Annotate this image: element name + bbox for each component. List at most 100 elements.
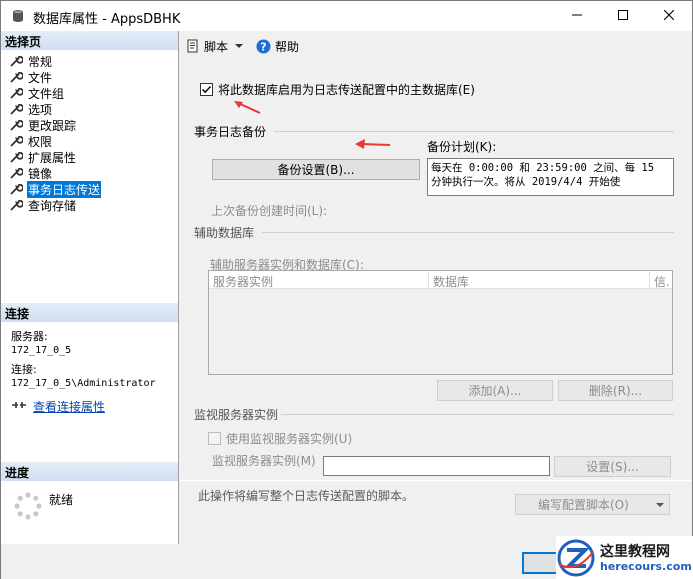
help-button[interactable]: ? 帮助 <box>256 38 299 55</box>
page-item-label: 更改跟踪 <box>28 118 77 133</box>
page-item-mirroring[interactable]: 镜像 <box>1 165 178 181</box>
backup-settings-button[interactable]: 备份设置(B)... <box>212 159 420 180</box>
page-item-label: 选项 <box>28 102 53 117</box>
close-icon <box>663 9 675 23</box>
group-divider <box>274 131 674 132</box>
page-item-options[interactable]: 选项 <box>1 101 178 117</box>
page-item-label: 镜像 <box>28 166 53 181</box>
script-label: 脚本 <box>204 39 229 54</box>
maximize-button[interactable] <box>600 1 646 31</box>
script-button[interactable]: 脚本 <box>186 38 246 55</box>
secondary-group-title: 辅助数据库 <box>194 226 255 240</box>
grid-column-database[interactable]: 数据库 <box>429 271 650 288</box>
page-item-permissions[interactable]: 权限 <box>1 133 178 149</box>
group-divider <box>180 480 692 481</box>
page-item-label: 查询存储 <box>28 198 77 213</box>
script-configuration-label: 编写配置脚本(O) <box>538 498 629 512</box>
wrench-icon <box>10 103 23 115</box>
wrench-icon <box>10 183 23 195</box>
secondary-databases-grid[interactable]: 服务器实例 数据库 信. <box>208 270 673 375</box>
wrench-icon <box>10 167 23 179</box>
remove-secondary-button[interactable]: 删除(R)... <box>558 380 673 401</box>
help-icon: ? <box>256 39 271 53</box>
server-label: 服务器: <box>11 330 48 343</box>
close-button[interactable] <box>646 1 692 31</box>
group-divider <box>262 232 674 233</box>
wrench-icon <box>10 71 23 83</box>
use-monitor-label: 使用监视服务器实例(U) <box>226 432 353 446</box>
enable-primary-checkbox[interactable] <box>200 83 213 96</box>
script-configuration-button[interactable]: 编写配置脚本(O) <box>515 494 670 515</box>
connection-properties-icon <box>11 398 27 415</box>
toolbar: 脚本 ? 帮助 <box>180 31 692 61</box>
wrench-icon <box>10 199 23 211</box>
wrench-icon <box>10 55 23 67</box>
page-item-label: 权限 <box>28 134 53 149</box>
wrench-icon <box>10 151 23 163</box>
group-divider <box>281 414 674 415</box>
connection-value: 172_17_0_5\Administrator <box>11 378 156 389</box>
connection-label: 连接: <box>11 363 37 376</box>
wrench-icon <box>10 87 23 99</box>
page-item-label: 常规 <box>28 54 53 69</box>
page-item-label: 文件组 <box>28 86 65 101</box>
minimize-icon <box>572 9 582 23</box>
script-icon <box>187 39 198 53</box>
progress-status: 就绪 <box>49 493 74 507</box>
watermark: 这里教程网 herecours.com <box>556 536 693 579</box>
window-title: 数据库属性 - AppsDBHK <box>33 12 181 27</box>
dropdown-arrow-icon <box>656 503 664 507</box>
last-backup-label: 上次备份创建时间(L): <box>211 204 328 218</box>
monitor-instance-input[interactable] <box>323 456 550 476</box>
minimize-button[interactable] <box>554 1 600 31</box>
tx-backup-group-title: 事务日志备份 <box>194 125 267 139</box>
page-item-log-shipping[interactable]: 事务日志传送 <box>1 180 178 198</box>
watermark-logo-icon <box>557 539 595 577</box>
view-connection-properties-link[interactable]: 查看连接属性 <box>33 398 105 415</box>
backup-schedule-label: 备份计划(K): <box>427 140 497 154</box>
wrench-icon <box>10 119 23 131</box>
page-item-query-store[interactable]: 查询存储 <box>1 197 178 213</box>
wrench-icon <box>10 135 23 147</box>
annotation-arrow-icon <box>355 139 391 149</box>
database-properties-window: 数据库属性 - AppsDBHK 选择页 常规 文件 文件组 选项 更改跟踪 权… <box>0 0 693 579</box>
svg-text:?: ? <box>260 40 266 53</box>
maximize-icon <box>618 9 628 23</box>
page-item-files[interactable]: 文件 <box>1 69 178 85</box>
monitor-instance-label: 监视服务器实例(M) <box>212 454 316 468</box>
enable-primary-label: 将此数据库启用为日志传送配置中的主数据库(E) <box>218 83 475 97</box>
annotation-arrow-icon <box>234 101 261 114</box>
watermark-main-text: 这里教程网 <box>600 543 670 560</box>
add-secondary-button[interactable]: 添加(A)... <box>437 380 553 401</box>
dropdown-arrow-icon <box>235 44 244 48</box>
page-item-change-tracking[interactable]: 更改跟踪 <box>1 117 178 133</box>
enable-primary-row[interactable]: 将此数据库启用为日志传送配置中的主数据库(E) <box>200 81 475 98</box>
grid-column-server-instance[interactable]: 服务器实例 <box>209 271 429 288</box>
checkmark-icon <box>201 85 212 94</box>
monitor-group-title: 监视服务器实例 <box>194 408 279 422</box>
watermark-sub-text: herecours.com <box>600 559 692 573</box>
left-pane: 选择页 常规 文件 文件组 选项 更改跟踪 权限 扩展属性 镜像 事务日志传送 … <box>1 31 179 544</box>
view-connection-properties[interactable]: 查看连接属性 <box>11 398 105 415</box>
page-item-filegroups[interactable]: 文件组 <box>1 85 178 101</box>
log-shipping-page: 将此数据库启用为日志传送配置中的主数据库(E) 事务日志备份 备份计划(K): … <box>180 61 692 544</box>
grid-column-info[interactable]: 信. <box>650 271 672 288</box>
use-monitor-checkbox[interactable] <box>208 432 221 445</box>
progress-header: 进度 <box>1 462 178 481</box>
page-item-label: 事务日志传送 <box>27 180 102 198</box>
title-bar: 数据库属性 - AppsDBHK <box>1 1 692 31</box>
backup-schedule-text: 每天在 0:00:00 和 23:59:00 之间、每 15 分钟执行一次。将从… <box>427 158 674 196</box>
grid-header: 服务器实例 数据库 信. <box>209 271 672 289</box>
use-monitor-row[interactable]: 使用监视服务器实例(U) <box>208 430 352 447</box>
monitor-settings-button[interactable]: 设置(S)... <box>554 456 671 477</box>
database-icon <box>11 9 25 23</box>
script-note: 此操作将编写整个日志传送配置的脚本。 <box>198 489 415 503</box>
page-item-label: 扩展属性 <box>28 150 77 165</box>
page-item-label: 文件 <box>28 70 53 85</box>
page-item-extended-properties[interactable]: 扩展属性 <box>1 149 178 165</box>
page-item-general[interactable]: 常规 <box>1 53 178 69</box>
page-list: 常规 文件 文件组 选项 更改跟踪 权限 扩展属性 镜像 事务日志传送 查询存储 <box>1 53 178 213</box>
server-value: 172_17_0_5 <box>11 345 72 356</box>
connection-header: 连接 <box>1 303 178 322</box>
help-label: 帮助 <box>275 39 300 54</box>
